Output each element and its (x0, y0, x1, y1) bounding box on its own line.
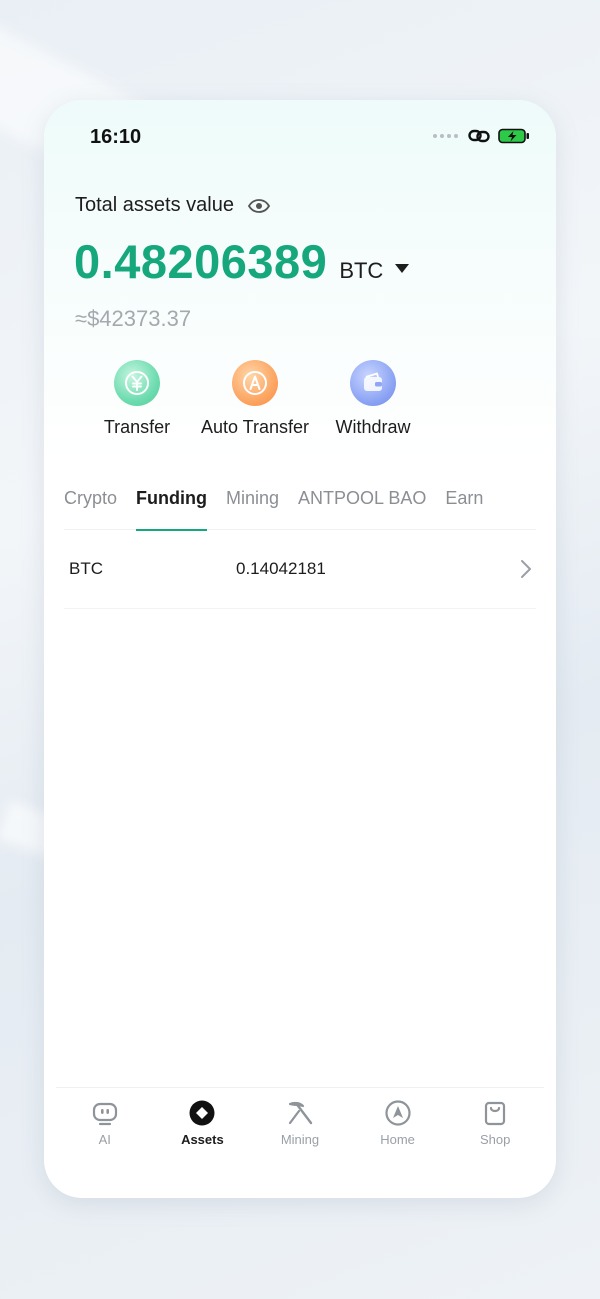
tab-funding[interactable]: Funding (136, 488, 207, 531)
account-tabs: Crypto Funding Mining ANTPOOL BAO Earn (64, 488, 536, 531)
currency-selector[interactable]: BTC (339, 258, 383, 284)
nav-item-assets[interactable]: Assets (154, 1088, 252, 1167)
quick-actions: Transfer Auto Transfer Withdraw (78, 360, 432, 438)
status-icons (433, 128, 530, 144)
shopping-bag-icon (485, 1101, 506, 1126)
transfer-yen-icon (114, 360, 160, 406)
nav-label-assets: Assets (181, 1132, 224, 1147)
chevron-right-icon (521, 560, 531, 578)
bottom-navigation: AI Assets Mining Home Shop (56, 1087, 544, 1167)
robot-icon (92, 1102, 117, 1126)
nav-item-mining[interactable]: Mining (251, 1088, 349, 1167)
caret-down-icon[interactable] (395, 264, 410, 273)
balance-row: 0.48206389 BTC (74, 234, 410, 289)
link-icon (468, 129, 490, 143)
nav-item-home[interactable]: Home (349, 1088, 447, 1167)
status-bar: 16:10 (44, 100, 556, 170)
tab-antpool-bao[interactable]: ANTPOOL BAO (298, 488, 426, 530)
withdraw-button[interactable]: Withdraw (314, 360, 432, 438)
list-item[interactable]: BTC 0.14042181 (64, 530, 536, 609)
total-balance: 0.48206389 (74, 235, 328, 288)
nav-item-ai[interactable]: AI (56, 1088, 154, 1167)
total-assets-label: Total assets value (75, 194, 234, 216)
tab-mining[interactable]: Mining (226, 488, 279, 530)
battery-charging-icon (498, 128, 529, 144)
status-time: 16:10 (90, 126, 142, 148)
coin-amount: 0.14042181 (236, 559, 326, 578)
total-assets-label-row: Total assets value (75, 194, 270, 217)
nav-label-mining: Mining (280, 1132, 320, 1147)
eye-icon[interactable] (247, 198, 270, 213)
transfer-button[interactable]: Transfer (78, 360, 196, 438)
usd-equivalent: ≈$42373.37 (75, 306, 192, 331)
wallet-icon (350, 360, 396, 406)
nav-label-home: Home (380, 1132, 415, 1147)
phone-screen: 16:10 Total assets value 0.48206389 BTC … (44, 100, 556, 1198)
transfer-label: Transfer (103, 417, 171, 437)
pickaxe-icon (288, 1101, 313, 1125)
auto-transfer-icon (232, 360, 278, 406)
auto-transfer-label: Auto Transfer (200, 417, 310, 437)
assets-icon (189, 1100, 215, 1126)
coin-name: BTC (69, 559, 103, 578)
nav-label-shop: Shop (479, 1132, 511, 1147)
nav-label-ai: AI (98, 1132, 111, 1147)
nav-item-shop[interactable]: Shop (446, 1088, 544, 1167)
tab-earn[interactable]: Earn (445, 488, 483, 530)
home-icon (384, 1100, 411, 1126)
auto-transfer-button[interactable]: Auto Transfer (196, 360, 314, 438)
signal-dots-icon (433, 134, 458, 138)
tab-crypto[interactable]: Crypto (64, 488, 117, 530)
withdraw-label: Withdraw (335, 417, 411, 437)
